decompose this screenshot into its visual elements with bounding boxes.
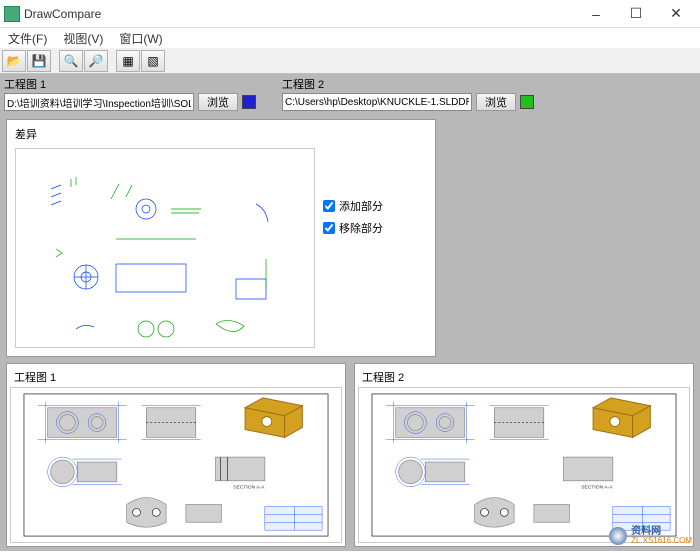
watermark-icon <box>609 527 627 545</box>
watermark-url: ZL.XS1616.COM <box>631 537 692 545</box>
label-remove: 移除部分 <box>339 220 383 236</box>
browse-button-right[interactable]: 浏览 <box>476 93 516 111</box>
open-icon[interactable]: 📂 <box>2 50 26 72</box>
view-canvas-left[interactable]: SECTION A-A <box>10 387 342 543</box>
titlebar: DrawCompare – ☐ ✕ <box>0 0 700 28</box>
menu-file[interactable]: 文件(F) <box>4 28 51 49</box>
compare-mode2-icon[interactable]: ▧ <box>141 50 165 72</box>
path-group-left: 工程图 1 浏览 <box>4 76 256 111</box>
view-panel-right: 工程图 2 SECTION A-A <box>354 363 694 547</box>
minimize-button[interactable]: – <box>576 1 616 27</box>
bottom-row: 工程图 1 <box>6 363 694 547</box>
path-label-left: 工程图 1 <box>4 76 256 92</box>
diff-panel: 差异 <box>6 119 436 357</box>
browse-button-left[interactable]: 浏览 <box>198 93 238 111</box>
menubar: 文件(F) 视图(V) 窗口(W) <box>0 28 700 48</box>
checkbox-remove[interactable] <box>323 222 335 234</box>
window-controls: – ☐ ✕ <box>576 1 696 27</box>
view-title-left: 工程图 1 <box>10 367 342 387</box>
toolbar: 📂 💾 🔍 🔎 ▦ ▧ <box>0 48 700 74</box>
app-icon <box>4 6 20 22</box>
svg-text:SECTION A-A: SECTION A-A <box>233 485 265 491</box>
diff-options: 添加部分 移除部分 <box>323 148 383 348</box>
path-row: 工程图 1 浏览 工程图 2 浏览 <box>0 74 700 113</box>
path-input-right[interactable] <box>282 93 472 111</box>
view-canvas-right[interactable]: SECTION A-A <box>358 387 690 543</box>
panels: 差异 <box>0 113 700 553</box>
maximize-button[interactable]: ☐ <box>616 1 656 27</box>
main-area: 工程图 1 浏览 工程图 2 浏览 差异 <box>0 74 700 551</box>
color-swatch-left[interactable] <box>242 95 256 109</box>
path-group-right: 工程图 2 浏览 <box>282 76 534 111</box>
svg-text:SECTION A-A: SECTION A-A <box>581 485 613 491</box>
diff-title: 差异 <box>11 124 431 144</box>
color-swatch-right[interactable] <box>520 95 534 109</box>
zoom-fit-icon[interactable]: 🔎 <box>84 50 108 72</box>
save-icon[interactable]: 💾 <box>27 50 51 72</box>
path-input-left[interactable] <box>4 93 194 111</box>
zoom-area-icon[interactable]: 🔍 <box>59 50 83 72</box>
close-button[interactable]: ✕ <box>656 1 696 27</box>
menu-window[interactable]: 窗口(W) <box>115 28 166 49</box>
diff-canvas[interactable] <box>15 148 315 348</box>
window-title: DrawCompare <box>24 7 576 21</box>
view-title-right: 工程图 2 <box>358 367 690 387</box>
label-add: 添加部分 <box>339 198 383 214</box>
checkbox-add[interactable] <box>323 200 335 212</box>
compare-mode1-icon[interactable]: ▦ <box>116 50 140 72</box>
menu-view[interactable]: 视图(V) <box>59 28 107 49</box>
view-panel-left: 工程图 1 <box>6 363 346 547</box>
path-label-right: 工程图 2 <box>282 76 534 92</box>
watermark: 资料网 ZL.XS1616.COM <box>609 527 692 545</box>
